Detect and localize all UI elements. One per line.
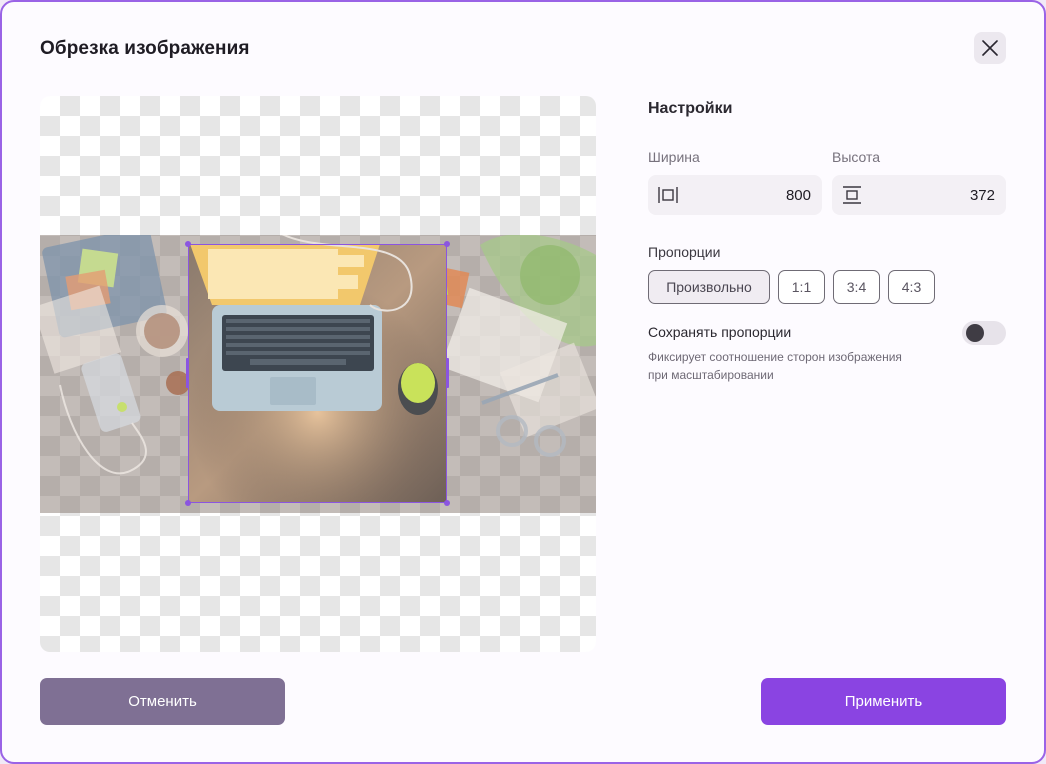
width-field[interactable] [648, 175, 822, 215]
cancel-button[interactable]: Отменить [40, 678, 285, 725]
crop-handle-bottom-left[interactable] [185, 500, 191, 506]
width-icon [658, 187, 678, 203]
crop-handle-top-left[interactable] [185, 241, 191, 247]
width-label: Ширина [648, 149, 700, 165]
ratio-3-4-button[interactable]: 3:4 [833, 270, 880, 304]
crop-handle-top-right[interactable] [444, 241, 450, 247]
proportions-label: Пропорции [648, 244, 721, 260]
keep-proportions-hint: Фиксирует соотношение сторон изображения… [648, 348, 968, 384]
crop-handle-bottom-right[interactable] [444, 500, 450, 506]
settings-title: Настройки [648, 100, 733, 117]
crop-canvas[interactable] [40, 96, 596, 652]
crop-selection[interactable] [188, 244, 447, 503]
crop-dialog: Обрезка изображения Настройки Ширина Выс… [0, 0, 1046, 764]
keep-proportions-toggle[interactable] [962, 321, 1006, 345]
close-icon [982, 40, 998, 56]
keep-proportions-label: Сохранять пропорции [648, 324, 792, 340]
crop-handle-left[interactable] [186, 358, 189, 388]
width-input[interactable] [679, 185, 813, 205]
close-button[interactable] [974, 32, 1006, 64]
height-field[interactable] [832, 175, 1006, 215]
height-label: Высота [832, 149, 881, 165]
height-input[interactable] [863, 185, 997, 205]
toggle-knob [966, 324, 984, 342]
apply-button[interactable]: Применить [761, 678, 1006, 725]
dialog-title: Обрезка изображения [40, 38, 250, 59]
height-icon [843, 186, 861, 204]
ratio-free-button[interactable]: Произвольно [648, 270, 770, 304]
ratio-4-3-button[interactable]: 4:3 [888, 270, 935, 304]
crop-handle-right[interactable] [446, 358, 449, 388]
keep-proportions-hint-line1: Фиксирует соотношение сторон изображения [648, 350, 902, 364]
ratio-1-1-button[interactable]: 1:1 [778, 270, 825, 304]
keep-proportions-hint-line2: при масштабировании [648, 368, 774, 382]
